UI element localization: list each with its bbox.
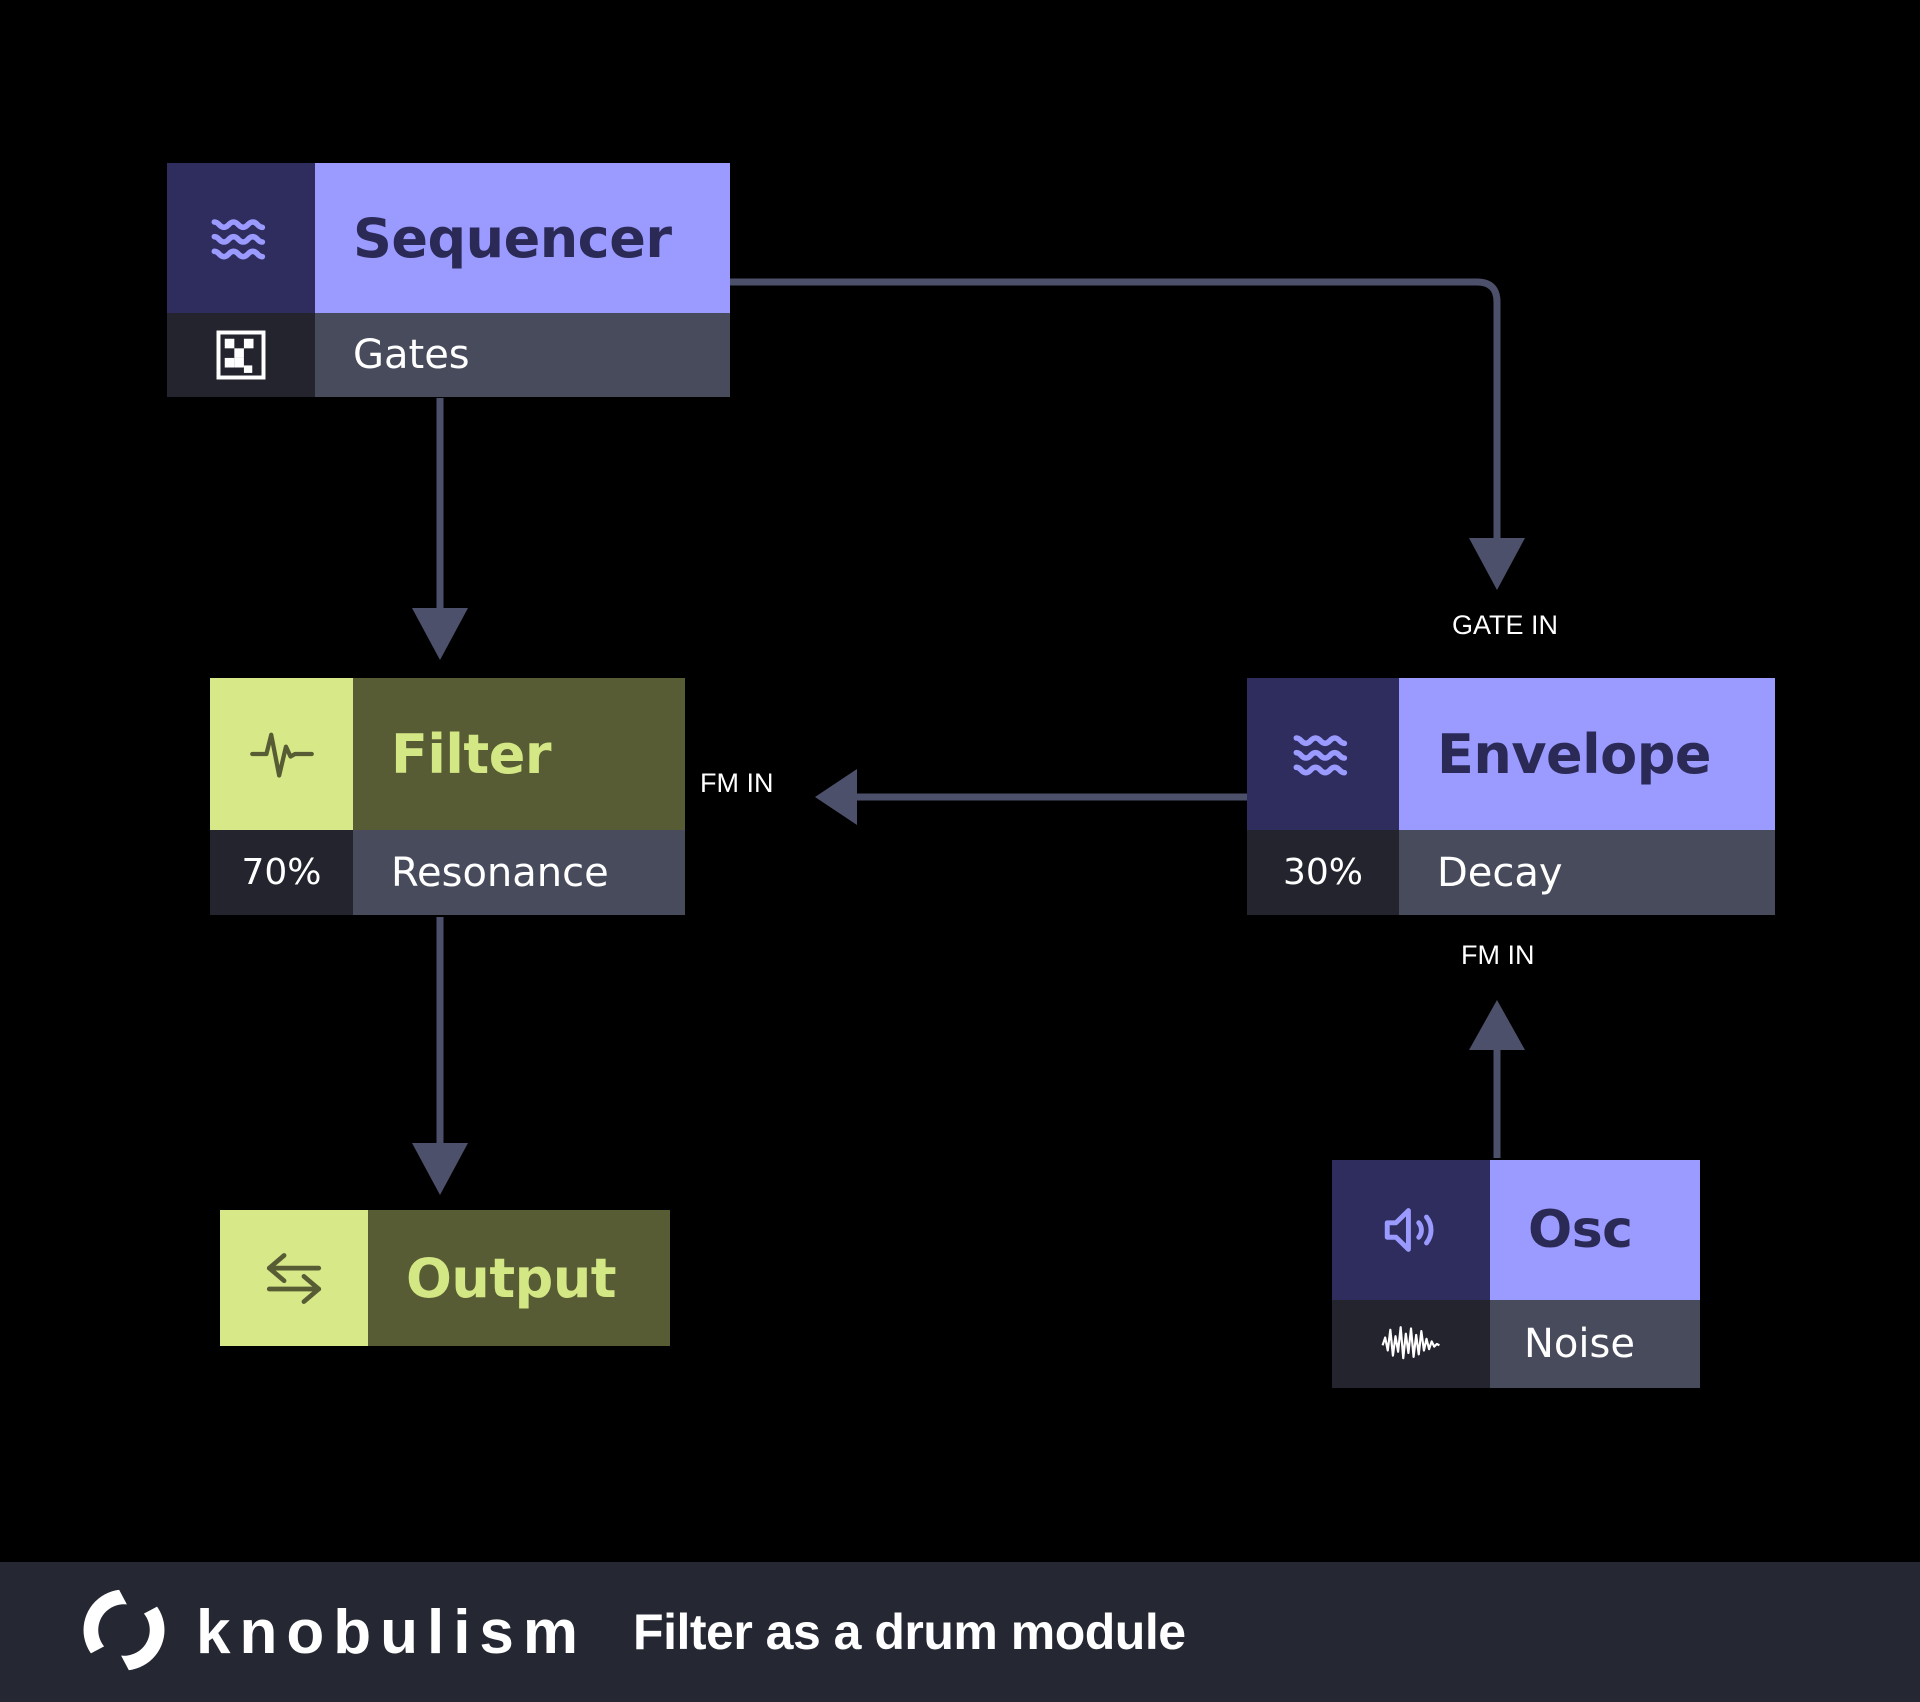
module-osc[interactable]: Osc Noise: [1332, 1160, 1700, 1388]
envelope-sub-label: Decay: [1399, 830, 1775, 915]
filter-subrow[interactable]: 70% Resonance: [210, 830, 685, 915]
grid-checker-icon: [167, 313, 315, 397]
footer-title: Filter as a drum module: [633, 1604, 1186, 1660]
filter-header: Filter: [210, 678, 685, 830]
sequencer-sub-label: Gates: [315, 313, 730, 397]
waves-icon: [167, 163, 315, 313]
filter-sub-value: 70%: [210, 830, 353, 915]
wire-osc-to-envelope: [1469, 1000, 1525, 1158]
envelope-header: Envelope: [1247, 678, 1775, 830]
osc-title: Osc: [1490, 1160, 1700, 1300]
filter-title: Filter: [353, 678, 685, 830]
speaker-icon: [1332, 1160, 1490, 1300]
sequencer-header: Sequencer: [167, 163, 730, 313]
port-label-fm-in-filter: FM IN: [700, 768, 774, 798]
output-title: Output: [368, 1210, 670, 1346]
module-sequencer[interactable]: Sequencer Gates: [167, 163, 730, 397]
envelope-subrow[interactable]: 30% Decay: [1247, 830, 1775, 915]
arrows-exchange-icon: [220, 1210, 368, 1346]
port-label-fm-in-envelope: FM IN: [1461, 940, 1535, 970]
knobulism-logo-icon: [71, 1562, 177, 1698]
envelope-title: Envelope: [1399, 678, 1775, 830]
wire-sequencer-to-filter: [412, 398, 468, 660]
module-envelope[interactable]: Envelope 30% Decay: [1247, 678, 1775, 915]
osc-subrow[interactable]: Noise: [1332, 1300, 1700, 1388]
sequencer-title: Sequencer: [315, 163, 730, 313]
wire-sequencer-to-envelope: [726, 278, 1525, 590]
waves-icon: [1247, 678, 1399, 830]
module-output[interactable]: Output: [220, 1210, 670, 1346]
osc-sub-label: Noise: [1490, 1300, 1700, 1388]
port-label-gate-in: GATE IN: [1452, 610, 1559, 640]
envelope-sub-value: 30%: [1247, 830, 1399, 915]
pulse-waveform-icon: [210, 678, 353, 830]
wire-filter-to-output: [412, 917, 468, 1195]
filter-sub-label: Resonance: [353, 830, 685, 915]
osc-header: Osc: [1332, 1160, 1700, 1300]
output-header: Output: [220, 1210, 670, 1346]
noise-waveform-icon: [1332, 1300, 1490, 1388]
wire-envelope-to-filter: [815, 769, 1247, 825]
patch-diagram-canvas: Sequencer Gates Filter 70% Resonance Env…: [0, 0, 1920, 1702]
footer-bar: knobulism Filter as a drum module: [0, 1562, 1920, 1702]
sequencer-subrow[interactable]: Gates: [167, 313, 730, 397]
brand-name: knobulism: [196, 1597, 588, 1667]
module-filter[interactable]: Filter 70% Resonance: [210, 678, 685, 915]
